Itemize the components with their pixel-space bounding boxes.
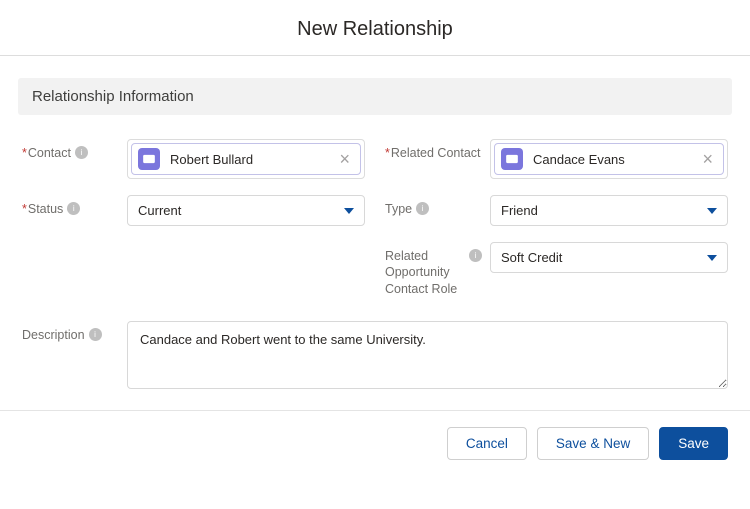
type-select[interactable]: Friend (490, 195, 728, 226)
new-relationship-modal: New Relationship Relationship Informatio… (0, 0, 750, 478)
close-icon[interactable]: × (335, 150, 354, 168)
status-label: *Status i (22, 195, 127, 217)
save-button[interactable]: Save (659, 427, 728, 460)
info-icon[interactable]: i (469, 249, 482, 262)
related-role-select[interactable]: Soft Credit (490, 242, 728, 273)
chevron-down-icon (707, 208, 717, 214)
status-value: Current (138, 203, 181, 218)
description-row: Description i Candace and Robert went to… (0, 313, 750, 410)
chevron-down-icon (707, 255, 717, 261)
contact-row: *Contact i Robert Bullard × (22, 131, 365, 187)
close-icon[interactable]: × (698, 150, 717, 168)
type-label: Type i (385, 195, 490, 217)
contact-label: *Contact i (22, 139, 127, 161)
modal-header: New Relationship (0, 0, 750, 56)
description-textarea[interactable]: Candace and Robert went to the same Univ… (127, 321, 728, 389)
chevron-down-icon (344, 208, 354, 214)
related-contact-lookup[interactable]: Candace Evans × (490, 139, 728, 179)
related-contact-row: *Related Contact Candace Evans × (385, 131, 728, 187)
related-role-label: Related Opportunity Contact Role i (385, 242, 490, 297)
info-icon[interactable]: i (75, 146, 88, 159)
contact-card-icon (501, 148, 523, 170)
modal-footer: Cancel Save & New Save (0, 410, 750, 478)
info-icon[interactable]: i (416, 202, 429, 215)
empty-row (22, 234, 365, 305)
info-icon[interactable]: i (67, 202, 80, 215)
related-contact-value: Candace Evans (533, 152, 688, 167)
cancel-button[interactable]: Cancel (447, 427, 527, 460)
related-contact-label: *Related Contact (385, 139, 490, 161)
section-header: Relationship Information (18, 78, 732, 115)
status-select[interactable]: Current (127, 195, 365, 226)
form-grid: *Contact i Robert Bullard × *Relate (0, 125, 750, 313)
related-role-value: Soft Credit (501, 250, 562, 265)
save-and-new-button[interactable]: Save & New (537, 427, 649, 460)
contact-lookup[interactable]: Robert Bullard × (127, 139, 365, 179)
type-row: Type i Friend (385, 187, 728, 234)
status-row: *Status i Current (22, 187, 365, 234)
description-label: Description i (22, 321, 127, 343)
contact-card-icon (138, 148, 160, 170)
info-icon[interactable]: i (89, 328, 102, 341)
contact-value: Robert Bullard (170, 152, 325, 167)
related-role-row: Related Opportunity Contact Role i Soft … (385, 234, 728, 305)
type-value: Friend (501, 203, 538, 218)
modal-title: New Relationship (0, 18, 750, 41)
